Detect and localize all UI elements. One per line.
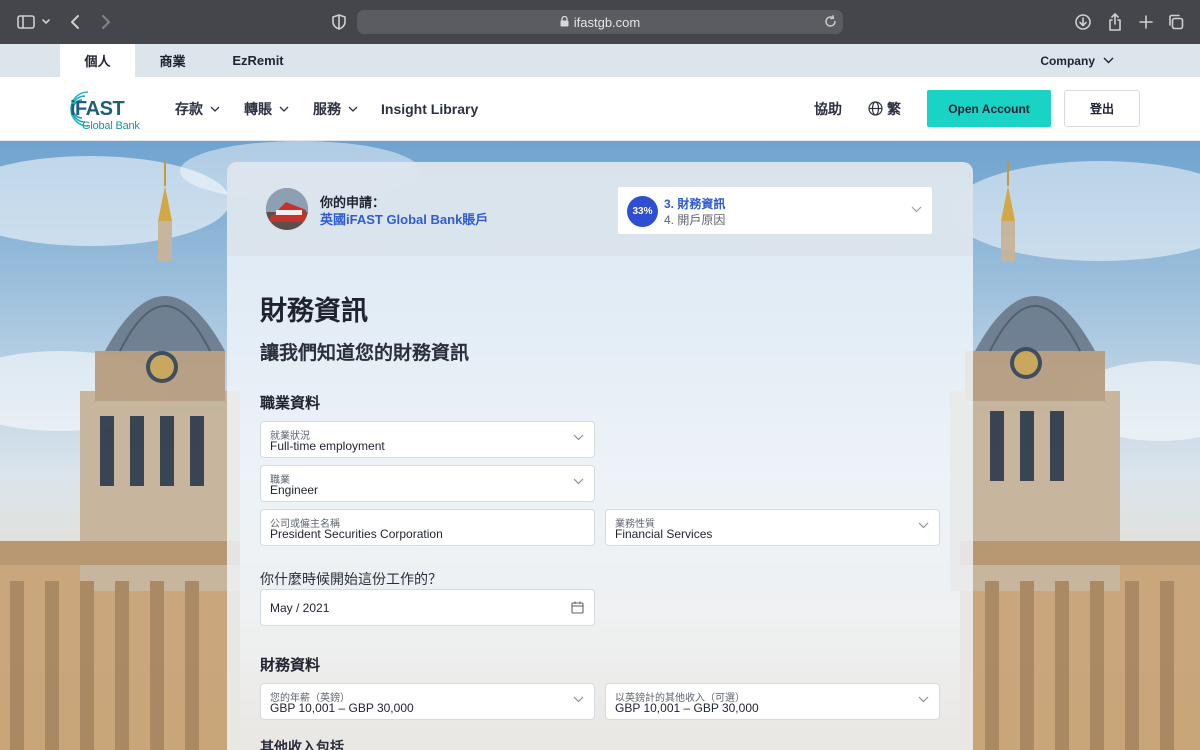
employer-name-field[interactable]: 公司或僱主名稱 President Securities Corporation <box>260 509 595 546</box>
other-income-value: GBP 10,001 – GBP 30,000 <box>615 701 759 715</box>
application-progress-dropdown[interactable]: 33% 3. 財務資訊 4. 開戶原因 <box>617 186 933 235</box>
chevron-down-icon <box>918 522 929 529</box>
share-icon[interactable] <box>1105 12 1125 32</box>
sidebar-icon[interactable] <box>16 12 36 32</box>
employment-status-value: Full-time employment <box>270 439 385 453</box>
back-icon[interactable] <box>66 12 84 32</box>
progress-percent-badge: 33% <box>627 196 658 227</box>
address-bar[interactable]: ifastgb.com <box>357 10 843 34</box>
tab-ezremit[interactable]: EzRemit <box>220 44 296 77</box>
chevron-down-icon <box>348 106 358 112</box>
forward-icon[interactable] <box>97 12 115 32</box>
download-icon[interactable] <box>1073 12 1093 32</box>
tab-personal[interactable]: 個人 <box>60 44 135 77</box>
annual-income-value: GBP 10,001 – GBP 30,000 <box>270 701 414 715</box>
logout-button[interactable]: 登出 <box>1064 90 1140 127</box>
start-date-question: 你什麼時候開始這份工作的？ <box>260 571 442 587</box>
application-header: 你的申請： 英國iFAST Global Bank賬戶 33% 3. 財務資訊 … <box>227 162 973 256</box>
chevron-down-icon <box>279 106 289 112</box>
financial-section-title: 財務資料 <box>260 657 321 674</box>
occupation-value: Engineer <box>270 483 319 497</box>
application-card: 你的申請： 英國iFAST Global Bank賬戶 33% 3. 財務資訊 … <box>227 162 973 750</box>
nav-transfers[interactable]: 轉賬 <box>244 77 289 140</box>
segment-bar: 個人 商業 EzRemit Company <box>0 44 1200 77</box>
company-label: Company <box>1040 53 1095 68</box>
annual-income-select[interactable]: 您的年薪（英鎊） GBP 10,001 – GBP 30,000 <box>260 683 595 720</box>
globe-icon <box>868 101 883 116</box>
nav-services[interactable]: 服務 <box>313 77 358 140</box>
next-step: 4. 開戶原因 <box>664 213 726 227</box>
company-dropdown[interactable]: Company <box>1040 44 1114 77</box>
language-switch[interactable]: 繁 <box>868 77 901 140</box>
new-tab-icon[interactable] <box>1136 12 1156 32</box>
nav-help[interactable]: 協助 <box>814 77 842 140</box>
other-income-includes-label: 其他收入包括 <box>260 739 344 750</box>
ifast-logo[interactable]: iFAST Global Bank <box>58 86 158 132</box>
employment-status-select[interactable]: 就業狀況 Full-time employment <box>260 421 595 458</box>
nav-insight-library[interactable]: Insight Library <box>381 77 478 140</box>
current-step: 3. 財務資訊 <box>664 197 726 211</box>
financial-info-form: 財務資訊 讓我們知道您的財務資訊 職業資料 就業狀況 Full-time emp… <box>227 256 973 750</box>
chevron-down-icon <box>573 434 584 441</box>
start-date-picker[interactable]: May / 2021 <box>260 589 595 626</box>
employer-name-value: President Securities Corporation <box>270 527 443 541</box>
reload-icon[interactable] <box>824 15 837 31</box>
language-label: 繁 <box>887 100 901 117</box>
chevron-down-icon <box>210 106 220 112</box>
employment-section-title: 職業資料 <box>260 395 321 412</box>
chevron-down-icon <box>573 696 584 703</box>
tab-business[interactable]: 商業 <box>135 44 210 77</box>
open-account-button[interactable]: Open Account <box>927 90 1051 127</box>
tab-overview-icon[interactable] <box>1166 12 1186 32</box>
main-nav: iFAST Global Bank 存款 轉賬 服務 Insight Libra… <box>0 77 1200 141</box>
chevron-down-icon <box>573 478 584 485</box>
lock-icon <box>560 15 569 30</box>
start-date-value: May / 2021 <box>270 601 330 615</box>
logo-word: iFAST <box>70 98 125 120</box>
nav-deposits[interactable]: 存款 <box>175 77 220 140</box>
url-text: ifastgb.com <box>573 14 641 30</box>
chevron-down-icon[interactable] <box>40 12 52 32</box>
nav-deposits-label: 存款 <box>175 100 203 117</box>
page-title: 財務資訊 <box>260 296 368 326</box>
industry-select[interactable]: 業務性質 Financial Services <box>605 509 940 546</box>
occupation-select[interactable]: 職業 Engineer <box>260 465 595 502</box>
industry-value: Financial Services <box>615 527 713 541</box>
calendar-icon[interactable] <box>571 601 584 614</box>
chevron-down-icon <box>918 696 929 703</box>
logo-subtitle: Global Bank <box>82 120 140 132</box>
page-subtitle: 讓我們知道您的財務資訊 <box>260 343 470 364</box>
shield-icon[interactable] <box>330 12 348 32</box>
other-income-select[interactable]: 以英鎊計的其他收入（可選） GBP 10,001 – GBP 30,000 <box>605 683 940 720</box>
chevron-down-icon <box>911 206 922 213</box>
browser-toolbar: ifastgb.com <box>0 0 1200 44</box>
nav-transfers-label: 轉賬 <box>244 100 272 117</box>
chevron-down-icon <box>1103 57 1114 64</box>
application-name: 英國iFAST Global Bank賬戶 <box>320 212 489 227</box>
nav-services-label: 服務 <box>313 100 341 117</box>
application-thumbnail <box>266 188 308 230</box>
